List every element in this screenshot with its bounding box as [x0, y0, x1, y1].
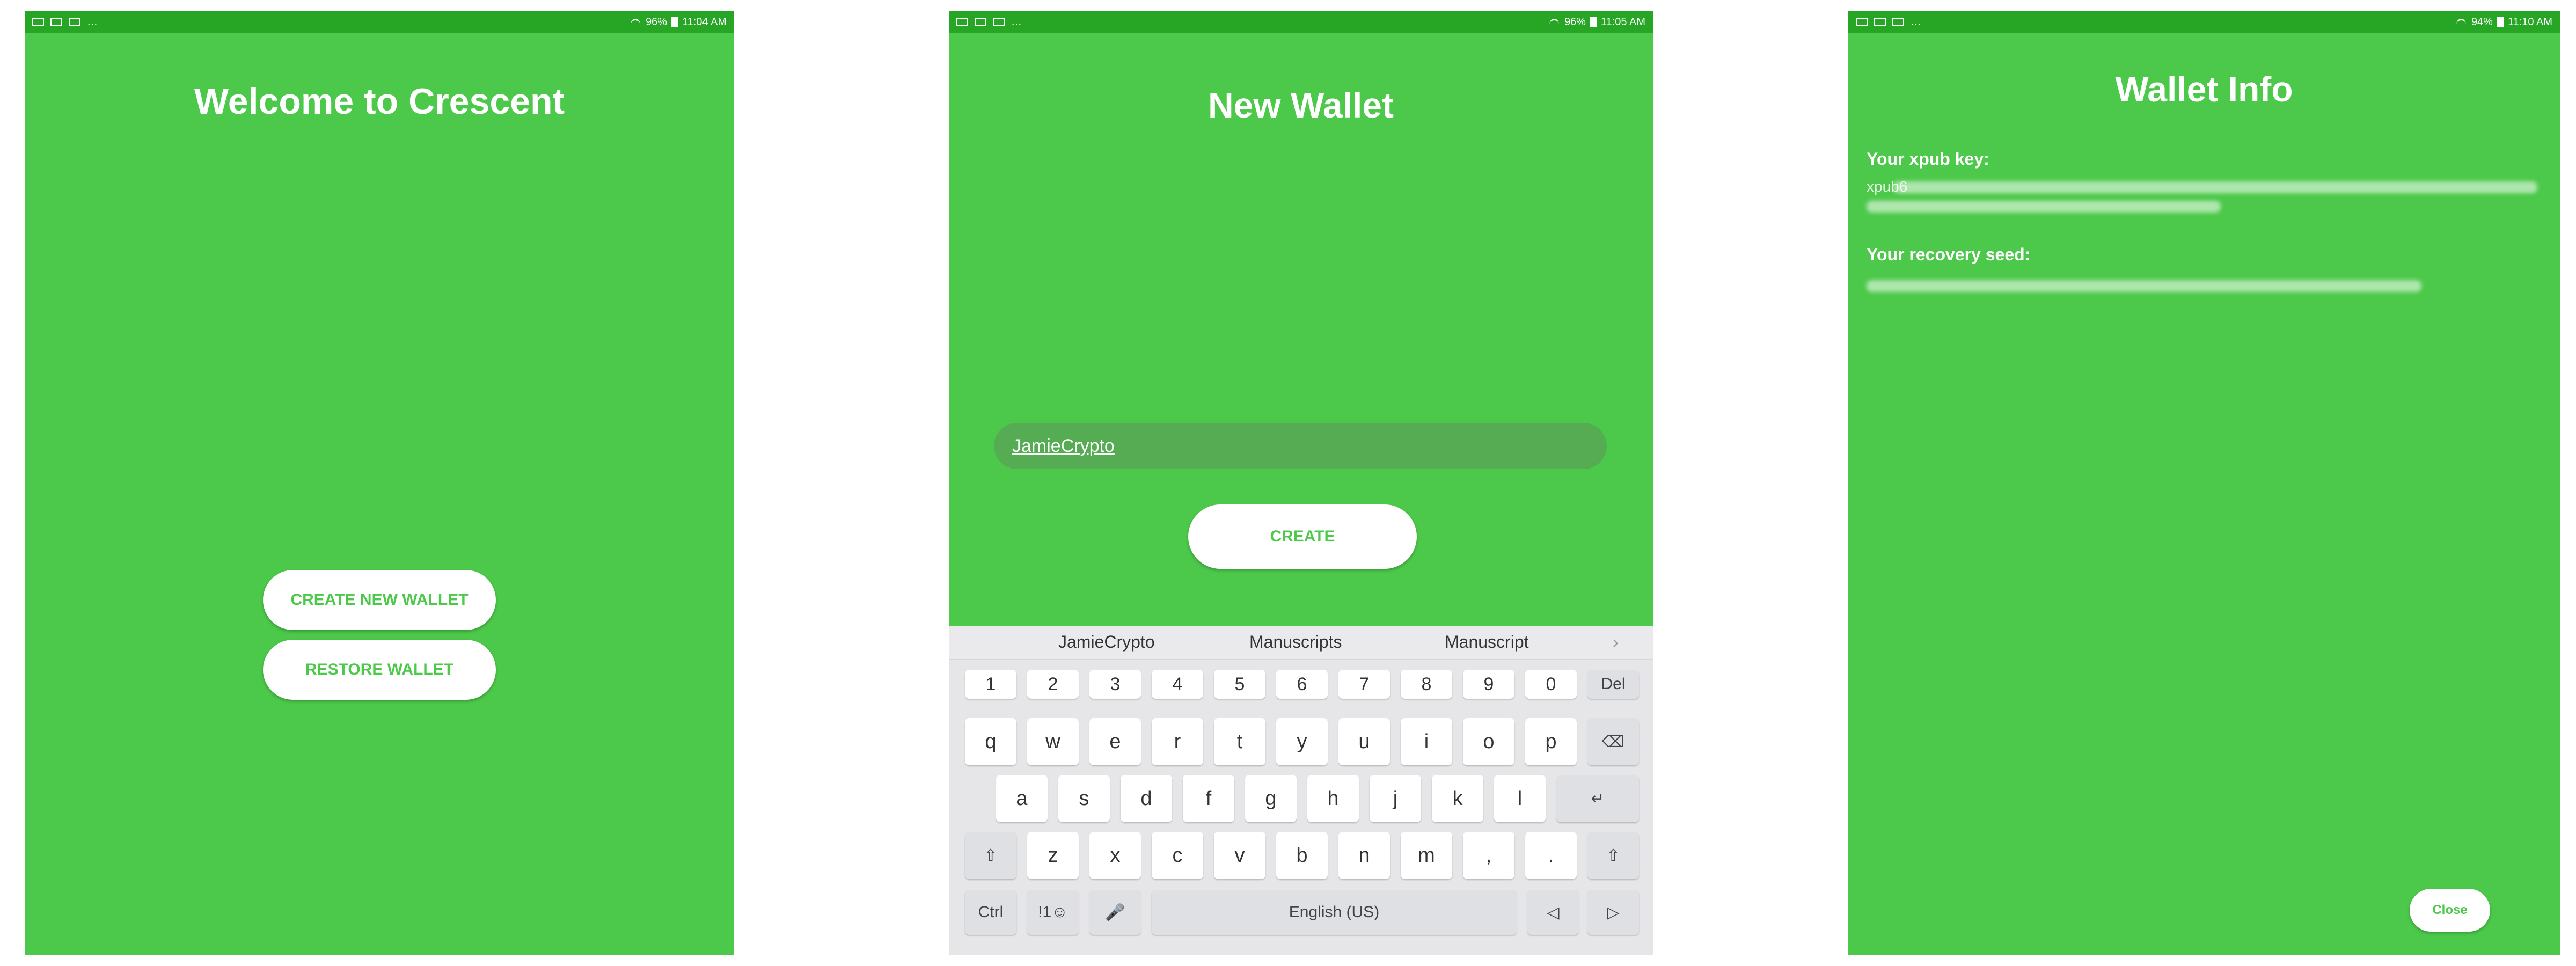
- letter-key[interactable]: m: [1401, 832, 1452, 879]
- wallet-name-input[interactable]: JamieCrypto: [994, 423, 1607, 469]
- letter-key[interactable]: j: [1370, 775, 1421, 822]
- status-bar: … 96% 11:05 AM: [949, 11, 1653, 33]
- number-key[interactable]: 7: [1338, 670, 1390, 699]
- status-bar: … 96% 11:04 AM: [25, 11, 734, 33]
- suggestion-item[interactable]: JamieCrypto: [1058, 632, 1155, 652]
- more-notifications-icon: …: [87, 16, 98, 28]
- on-screen-keyboard: JamieCrypto Manuscripts Manuscript › 123…: [949, 626, 1653, 955]
- letter-key[interactable]: k: [1432, 775, 1483, 822]
- cursor-right-icon[interactable]: ▷: [1587, 890, 1639, 935]
- gallery-icon: [993, 18, 1005, 26]
- xpub-redacted: [1893, 181, 2537, 193]
- suggestion-bar: JamieCrypto Manuscripts Manuscript ›: [949, 626, 1653, 660]
- number-key[interactable]: 3: [1089, 670, 1141, 699]
- wifi-icon: [1548, 18, 1560, 26]
- clock: 11:05 AM: [1600, 16, 1645, 28]
- letter-key[interactable]: w: [1027, 718, 1079, 765]
- number-key[interactable]: 9: [1463, 670, 1514, 699]
- wifi-icon: [2455, 18, 2467, 26]
- ctrl-key[interactable]: Ctrl: [965, 890, 1016, 935]
- del-key[interactable]: Del: [1587, 670, 1639, 699]
- number-key[interactable]: 6: [1276, 670, 1328, 699]
- more-notifications-icon: …: [1911, 16, 1921, 28]
- youtube-icon: [69, 18, 80, 26]
- enter-icon[interactable]: ↵: [1556, 775, 1639, 822]
- number-key[interactable]: 5: [1214, 670, 1265, 699]
- letter-key[interactable]: a: [996, 775, 1048, 822]
- letter-key[interactable]: e: [1089, 718, 1141, 765]
- letter-key[interactable]: s: [1058, 775, 1110, 822]
- battery-icon: [671, 17, 678, 27]
- letter-key[interactable]: h: [1307, 775, 1359, 822]
- letter-key[interactable]: q: [965, 718, 1016, 765]
- letter-key[interactable]: d: [1121, 775, 1172, 822]
- letter-key[interactable]: f: [1183, 775, 1234, 822]
- number-key[interactable]: 8: [1401, 670, 1452, 699]
- microphone-icon[interactable]: 🎤: [1089, 890, 1141, 935]
- number-key[interactable]: 0: [1525, 670, 1577, 699]
- letter-key[interactable]: g: [1245, 775, 1297, 822]
- letter-key[interactable]: r: [1152, 718, 1203, 765]
- battery-percent: 96%: [645, 16, 667, 28]
- gallery-icon: [32, 18, 44, 26]
- letter-key[interactable]: ,: [1463, 832, 1514, 879]
- symbols-key[interactable]: !1☺: [1027, 890, 1079, 935]
- letter-key[interactable]: z: [1027, 832, 1079, 879]
- new-wallet-screen: … 96% 11:05 AM New Wallet JamieCrypto CR…: [949, 11, 1653, 955]
- gallery-icon: [956, 18, 968, 26]
- gallery-icon: [50, 18, 62, 26]
- letter-key[interactable]: p: [1525, 718, 1577, 765]
- wallet-info-screen: … 94% 11:10 AM Wallet Info Your xpub key…: [1848, 11, 2560, 955]
- wifi-icon: [630, 18, 641, 26]
- letter-key[interactable]: v: [1214, 832, 1265, 879]
- letter-key[interactable]: t: [1214, 718, 1265, 765]
- recovery-seed-redacted: [1867, 280, 2421, 292]
- space-bar[interactable]: English (US): [1152, 890, 1517, 935]
- letter-key[interactable]: c: [1152, 832, 1203, 879]
- clock: 11:04 AM: [682, 16, 727, 28]
- cursor-left-icon[interactable]: ◁: [1527, 890, 1579, 935]
- letter-key[interactable]: y: [1276, 718, 1328, 765]
- battery-icon: [1590, 17, 1597, 27]
- restore-wallet-button[interactable]: RESTORE WALLET: [263, 640, 496, 700]
- suggestion-item[interactable]: Manuscript: [1445, 632, 1529, 652]
- recovery-seed-label: Your recovery seed:: [1867, 245, 2031, 264]
- number-key[interactable]: 2: [1027, 670, 1079, 699]
- backspace-icon[interactable]: ⌫: [1587, 718, 1639, 765]
- gallery-icon: [975, 18, 986, 26]
- gallery-icon: [1892, 18, 1904, 26]
- letter-key[interactable]: x: [1089, 832, 1141, 879]
- letter-key[interactable]: .: [1525, 832, 1577, 879]
- battery-percent: 94%: [2471, 16, 2493, 28]
- more-notifications-icon: …: [1011, 16, 1022, 28]
- chevron-right-icon[interactable]: ›: [1613, 632, 1619, 653]
- letter-key[interactable]: n: [1338, 832, 1390, 879]
- page-title: Wallet Info: [2115, 69, 2293, 109]
- battery-icon: [2497, 17, 2504, 27]
- status-bar: … 94% 11:10 AM: [1848, 11, 2560, 33]
- gallery-icon: [1874, 18, 1886, 26]
- create-button[interactable]: CREATE: [1188, 504, 1417, 569]
- battery-percent: 96%: [1564, 16, 1586, 28]
- number-key[interactable]: 1: [965, 670, 1016, 699]
- page-title: New Wallet: [1208, 85, 1394, 125]
- letter-key[interactable]: b: [1276, 832, 1328, 879]
- gallery-icon: [1856, 18, 1868, 26]
- number-key[interactable]: 4: [1152, 670, 1203, 699]
- welcome-screen: … 96% 11:04 AM Welcome to Crescent CREAT…: [25, 11, 734, 955]
- suggestion-item[interactable]: Manuscripts: [1249, 632, 1342, 652]
- create-new-wallet-button[interactable]: CREATE NEW WALLET: [263, 570, 496, 630]
- clock: 11:10 AM: [2507, 16, 2552, 28]
- shift-icon[interactable]: ⇧: [1587, 832, 1639, 879]
- xpub-label: Your xpub key:: [1867, 149, 1989, 169]
- letter-key[interactable]: l: [1494, 775, 1546, 822]
- letter-key[interactable]: u: [1338, 718, 1390, 765]
- page-title: Welcome to Crescent: [194, 81, 565, 122]
- shift-icon[interactable]: ⇧: [965, 832, 1016, 879]
- close-button[interactable]: Close: [2410, 889, 2490, 932]
- xpub-redacted: [1867, 201, 2221, 213]
- letter-key[interactable]: o: [1463, 718, 1514, 765]
- letter-key[interactable]: i: [1401, 718, 1452, 765]
